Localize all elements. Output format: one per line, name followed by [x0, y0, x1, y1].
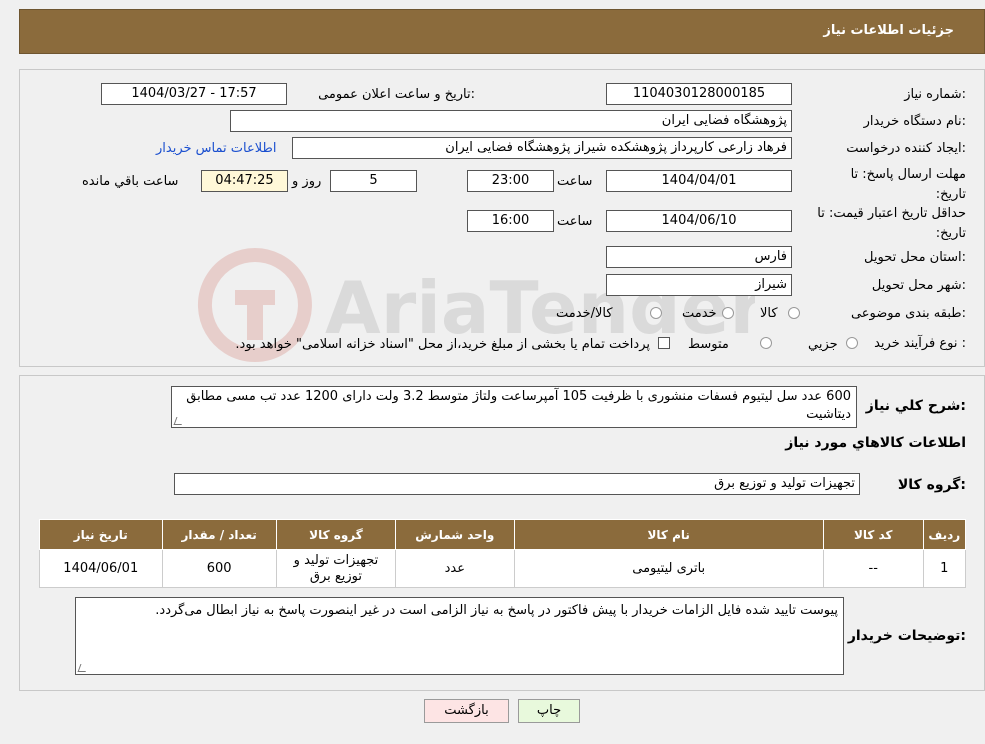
buyer-notes-text: پیوست تایید شده فایل الزامات خریدار با پ… [155, 603, 838, 618]
deadline-time-field: 23:00 [467, 170, 554, 192]
requester-field: فرهاد زارعی کارپرداز پژوهشکده شیراز پژوه… [292, 137, 792, 159]
province-field: فارس [606, 246, 792, 268]
category-goods-service-label: کالا/خدمت [556, 306, 613, 321]
deadline-label: مهلت ارسال پاسخ: تا تاریخ: [850, 167, 966, 202]
col-header-name: نام کالا [513, 519, 824, 550]
col-header-code: کد کالا [822, 519, 924, 550]
validity-label: حداقل تاریخ اعتبار قیمت: تا تاریخ: [817, 206, 966, 241]
resize-handle-icon[interactable] [173, 417, 185, 425]
col-header-quantity: تعداد / مقدار [161, 519, 277, 550]
validity-time-field: 16:00 [467, 210, 554, 232]
province-label: استان محل تحویل: [864, 250, 966, 265]
validity-time-label: ساعت [557, 214, 593, 229]
buyer-org-field: پژوهشگاه فضایی ایران [230, 110, 792, 132]
need-number-field: 1104030128000185 [606, 83, 792, 105]
deadline-date-field: 1404/04/01 [606, 170, 792, 192]
description-text: 600 عدد سل لیتیوم فسفات منشوری با ظرفیت … [186, 389, 851, 422]
process-medium-radio[interactable] [760, 337, 772, 349]
items-table: ردیف کد کالا نام کالا واحد شمارش گروه کا… [39, 519, 967, 588]
category-goods-label: کالا [760, 306, 778, 321]
description-textarea[interactable]: 600 عدد سل لیتیوم فسفات منشوری با ظرفیت … [171, 386, 857, 428]
category-service-radio[interactable] [722, 307, 734, 319]
table-row: 1 -- باتری لیتیومی عدد تجهیزات تولید و ت… [39, 549, 967, 588]
page-header: جزئیات اطلاعات نیاز [19, 9, 985, 54]
cell-name: باتری لیتیومی [513, 549, 824, 588]
process-label: نوع فرآیند خرید : [874, 336, 966, 351]
goods-group-field: تجهیزات تولید و توزیع برق [174, 473, 860, 495]
announce-field: 1404/03/27 - 17:57 [101, 83, 287, 105]
validity-date-field: 1404/06/10 [606, 210, 792, 232]
deadline-days-field: 5 [330, 170, 417, 192]
description-label: شرح کلي نیاز: [865, 398, 966, 414]
cell-row-number: 1 [922, 549, 967, 588]
table-header-row: ردیف کد کالا نام کالا واحد شمارش گروه کا… [39, 519, 967, 550]
goods-group-label: گروه کالا: [897, 477, 966, 493]
deadline-time-label: ساعت [557, 174, 593, 189]
cell-code: -- [822, 549, 924, 588]
back-button[interactable]: بازگشت [424, 699, 509, 723]
announce-label: تاریخ و ساعت اعلان عمومی: [318, 87, 475, 102]
page-title: جزئیات اطلاعات نیاز [823, 23, 954, 38]
process-medium-label: متوسط [688, 337, 729, 352]
cell-unit: عدد [395, 549, 515, 588]
remaining-time-label: ساعت باقي مانده [82, 174, 179, 189]
resize-handle-icon[interactable] [77, 664, 89, 672]
buyer-org-label: نام دستگاه خریدار: [863, 114, 966, 129]
col-header-row-number: ردیف [922, 519, 967, 550]
category-goods-service-radio[interactable] [650, 307, 662, 319]
need-number-label: شماره نیاز: [904, 87, 966, 102]
requester-label: ایجاد کننده درخواست: [846, 141, 966, 156]
buyer-contact-link[interactable]: اطلاعات تماس خریدار [156, 141, 276, 156]
process-note: پرداخت تمام یا بخشی از مبلغ خرید،از محل … [235, 337, 650, 352]
print-button[interactable]: چاپ [518, 699, 580, 723]
cell-need-date: 1404/06/01 [39, 549, 163, 588]
city-label: شهر محل تحویل: [871, 278, 966, 293]
category-goods-radio[interactable] [788, 307, 800, 319]
cell-group: تجهیزات تولید و توزیع برق [275, 549, 397, 588]
col-header-unit: واحد شمارش [395, 519, 515, 550]
category-label: طبقه بندی موضوعی: [850, 306, 966, 321]
cell-quantity: 600 [161, 549, 277, 588]
col-header-need-date: تاریخ نیاز [39, 519, 163, 550]
items-table-wrapper: ردیف کد کالا نام کالا واحد شمارش گروه کا… [39, 519, 967, 589]
remaining-time-field: 04:47:25 [201, 170, 288, 192]
buyer-notes-textarea[interactable]: پیوست تایید شده فایل الزامات خریدار با پ… [75, 597, 844, 675]
process-minor-radio[interactable] [846, 337, 858, 349]
process-minor-label: جزیي [808, 337, 838, 352]
buyer-notes-label: توضیحات خریدار: [847, 628, 966, 644]
treasury-checkbox[interactable] [658, 337, 670, 349]
deadline-days-label: روز و [292, 174, 322, 189]
col-header-group: گروه کالا [275, 519, 397, 550]
category-service-label: خدمت [682, 306, 717, 321]
goods-info-title: اطلاعات کالاهاي مورد نیاز [785, 435, 966, 451]
city-field: شیراز [606, 274, 792, 296]
